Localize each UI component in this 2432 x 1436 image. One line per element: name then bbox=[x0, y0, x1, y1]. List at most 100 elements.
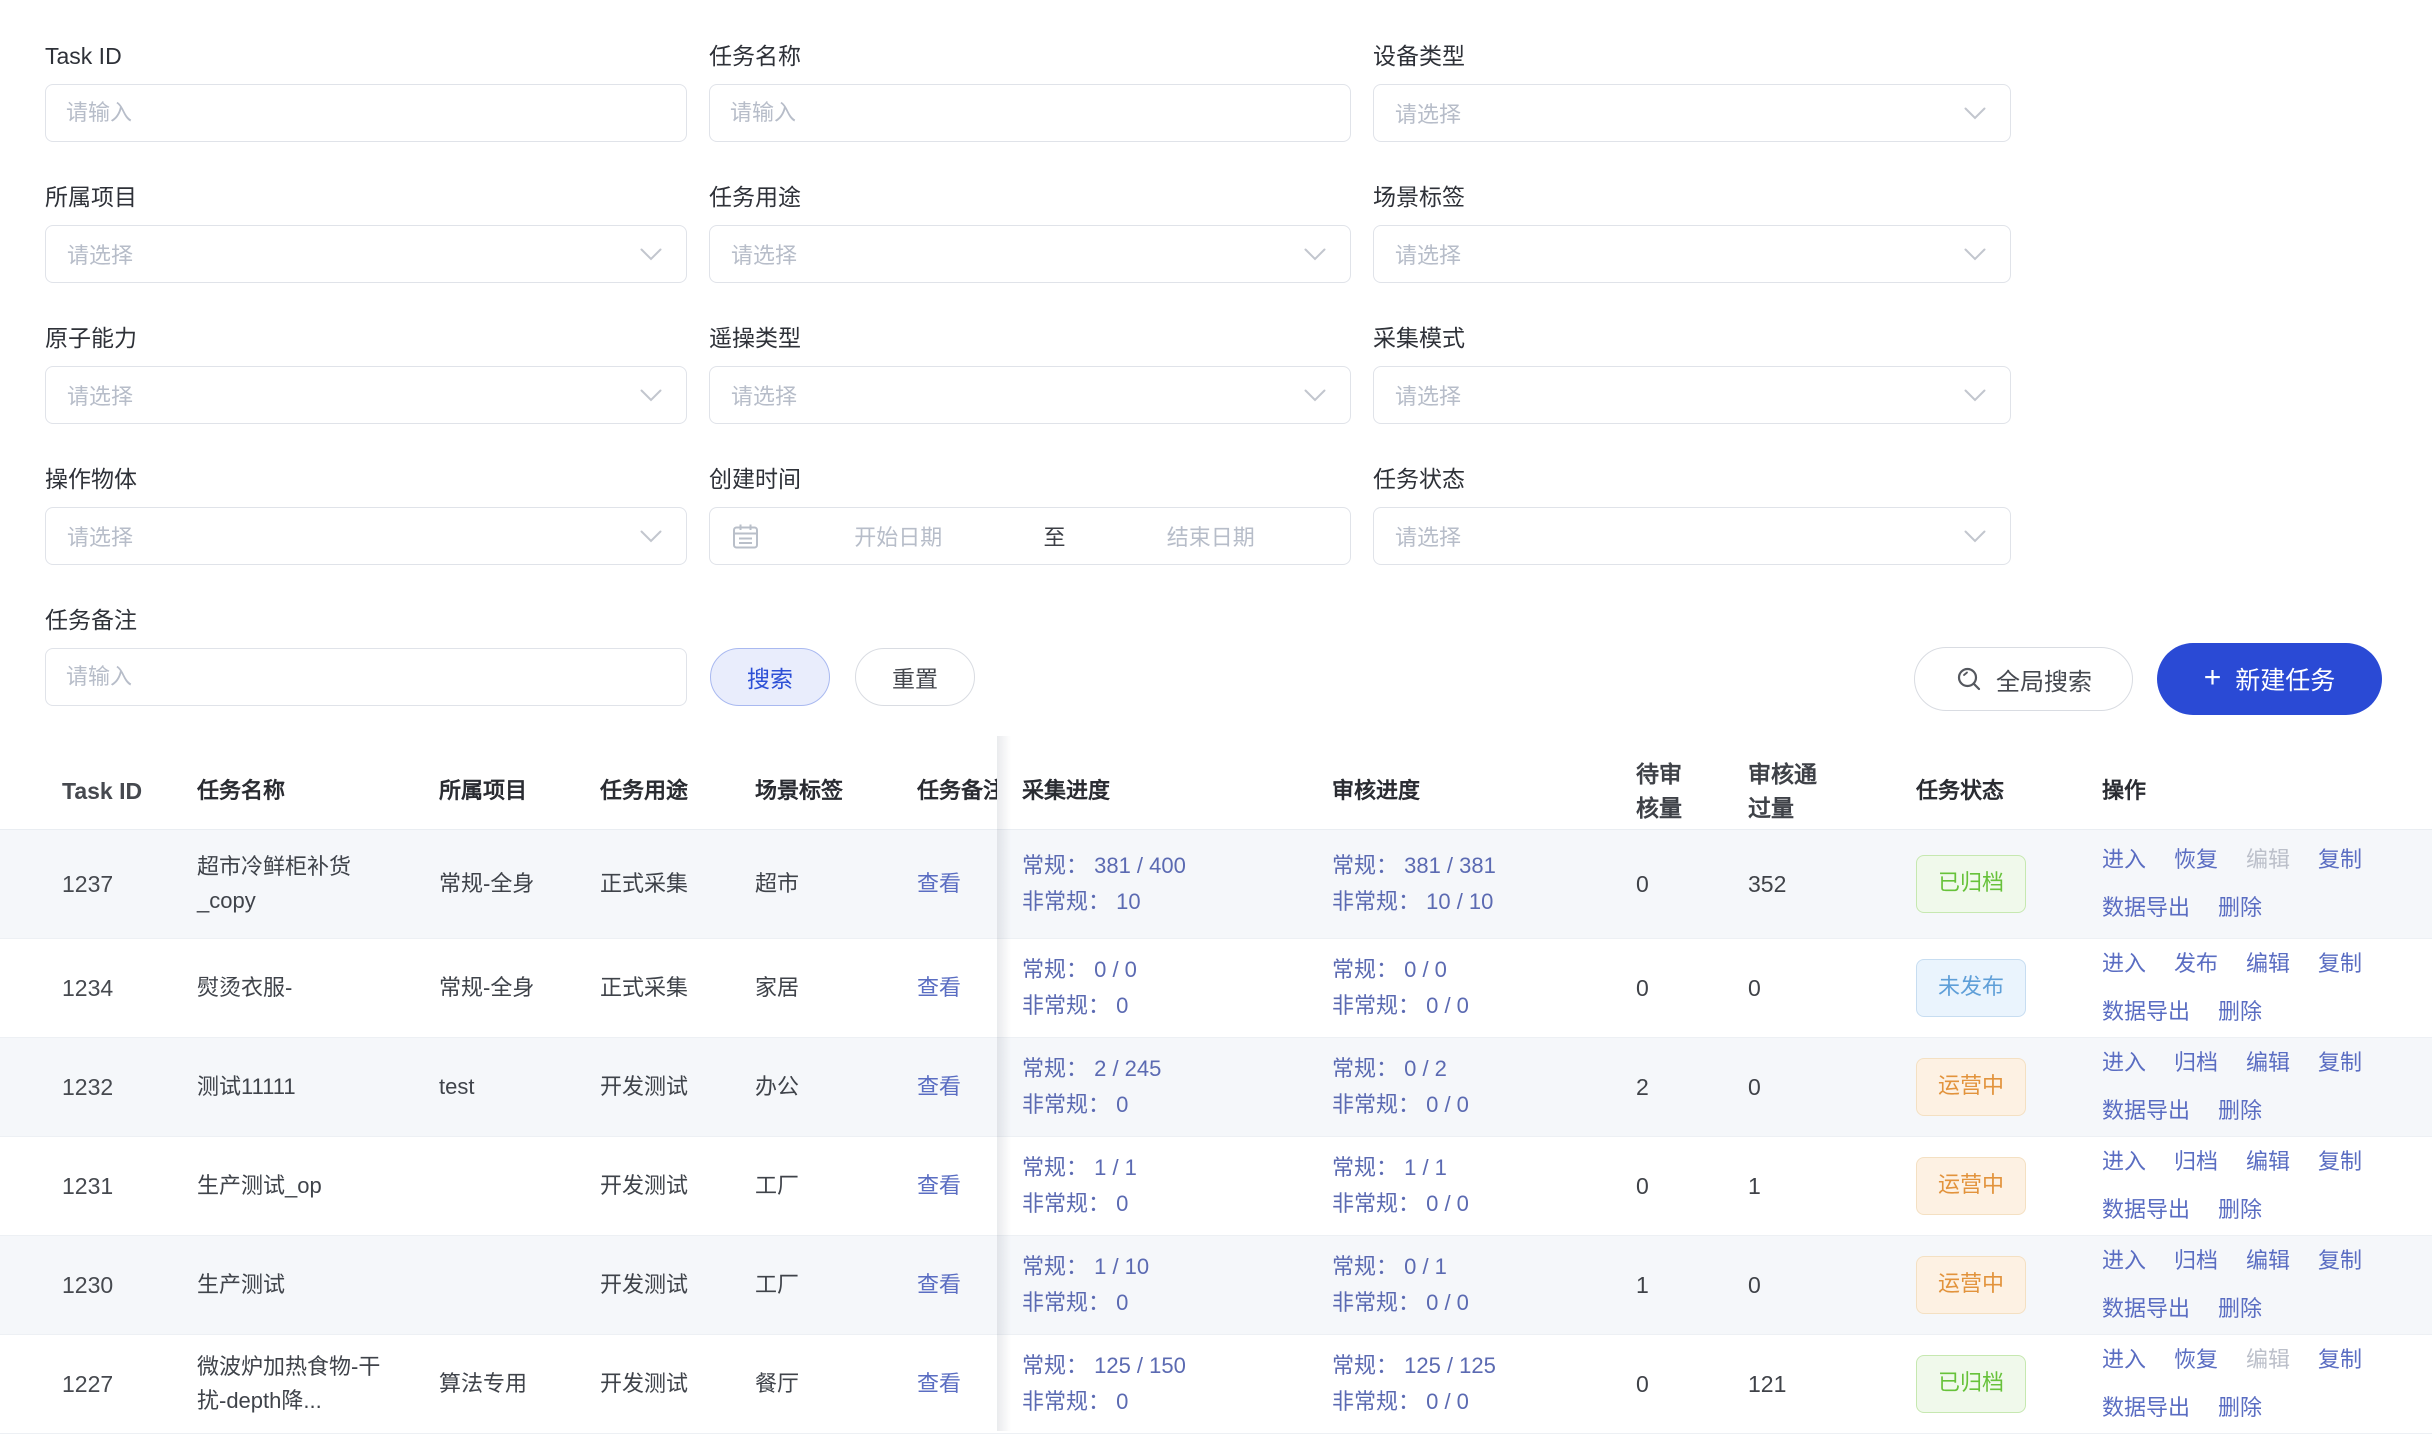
row-actions: 进入恢复编辑复制数据导出删除 bbox=[2102, 843, 2412, 925]
scene-tag-select[interactable]: 请选择 bbox=[1373, 225, 2011, 283]
row-actions: 进入归档编辑复制数据导出删除 bbox=[2102, 1145, 2412, 1227]
device-type-select[interactable]: 请选择 bbox=[1373, 84, 2011, 142]
chevron-down-icon bbox=[1964, 248, 1986, 261]
task-name-input[interactable] bbox=[709, 84, 1351, 142]
cell-approved-count: 352 bbox=[1723, 867, 1880, 901]
table-row: 1234 熨烫衣服- 常规-全身 正式采集 家居 查看 常规： 0 / 0非常规… bbox=[0, 939, 2432, 1038]
create-task-button[interactable]: + 新建任务 bbox=[2157, 643, 2382, 715]
filter-group-task-id: Task ID bbox=[45, 42, 687, 142]
action-copy-link[interactable]: 复制 bbox=[2318, 843, 2362, 877]
action-edit-link[interactable]: 编辑 bbox=[2246, 1244, 2290, 1278]
status-badge: 运营中 bbox=[1916, 1058, 2026, 1116]
action-copy-link[interactable]: 复制 bbox=[2318, 1244, 2362, 1278]
action-delete-link[interactable]: 删除 bbox=[2218, 1292, 2262, 1326]
action-edit-link[interactable]: 编辑 bbox=[2246, 947, 2290, 981]
action-archive-link[interactable]: 归档 bbox=[2174, 1145, 2218, 1179]
cell-scene: 办公 bbox=[755, 1070, 917, 1104]
cell-scene: 家居 bbox=[755, 971, 917, 1005]
action-publish-link[interactable]: 发布 bbox=[2174, 947, 2218, 981]
search-button[interactable]: 搜索 bbox=[710, 648, 830, 706]
cell-task-id: 1237 bbox=[0, 867, 197, 901]
cell-review-progress: 常规： 125 / 125非常规： 0 / 0 bbox=[1310, 1348, 1610, 1420]
view-remark-link[interactable]: 查看 bbox=[917, 1074, 961, 1099]
cell-project: 算法专用 bbox=[439, 1367, 600, 1401]
atomic-ability-select[interactable]: 请选择 bbox=[45, 366, 687, 424]
action-delete-link[interactable]: 删除 bbox=[2218, 891, 2262, 925]
view-remark-link[interactable]: 查看 bbox=[917, 1173, 961, 1198]
action-enter-link[interactable]: 进入 bbox=[2102, 1046, 2146, 1080]
action-edit-link[interactable]: 编辑 bbox=[2246, 1046, 2290, 1080]
filter-label: 采集模式 bbox=[1373, 324, 2011, 352]
view-remark-link[interactable]: 查看 bbox=[917, 975, 961, 1000]
cell-pending-count: 0 bbox=[1610, 971, 1723, 1005]
cell-scene: 餐厅 bbox=[755, 1367, 917, 1401]
task-remark-input[interactable] bbox=[45, 648, 687, 706]
action-delete-link[interactable]: 删除 bbox=[2218, 1094, 2262, 1128]
start-date-placeholder[interactable]: 开始日期 bbox=[759, 520, 1038, 552]
action-delete-link[interactable]: 删除 bbox=[2218, 1391, 2262, 1425]
global-search-button[interactable]: 全局搜索 bbox=[1914, 647, 2133, 711]
col-header-scene: 场景标签 bbox=[755, 774, 917, 808]
project-select[interactable]: 请选择 bbox=[45, 225, 687, 283]
action-enter-link[interactable]: 进入 bbox=[2102, 1145, 2146, 1179]
cell-review-progress: 常规： 1 / 1非常规： 0 / 0 bbox=[1310, 1150, 1610, 1222]
date-range-picker[interactable]: 开始日期 至 结束日期 bbox=[709, 507, 1351, 565]
action-copy-link[interactable]: 复制 bbox=[2318, 1145, 2362, 1179]
global-search-label: 全局搜索 bbox=[1996, 662, 2092, 697]
action-delete-link[interactable]: 删除 bbox=[2218, 1193, 2262, 1227]
view-remark-link[interactable]: 查看 bbox=[917, 871, 961, 896]
action-enter-link[interactable]: 进入 bbox=[2102, 947, 2146, 981]
teleop-type-select[interactable]: 请选择 bbox=[709, 366, 1351, 424]
action-export-link[interactable]: 数据导出 bbox=[2102, 1094, 2190, 1128]
reset-button[interactable]: 重置 bbox=[855, 648, 975, 706]
action-export-link[interactable]: 数据导出 bbox=[2102, 891, 2190, 925]
filter-group-atomic-ability: 原子能力 请选择 bbox=[45, 324, 687, 424]
operate-object-select[interactable]: 请选择 bbox=[45, 507, 687, 565]
action-archive-link[interactable]: 归档 bbox=[2174, 1244, 2218, 1278]
cell-approved-count: 0 bbox=[1723, 971, 1880, 1005]
chevron-down-icon bbox=[640, 389, 662, 402]
action-restore-link[interactable]: 恢复 bbox=[2174, 1343, 2218, 1377]
action-enter-link[interactable]: 进入 bbox=[2102, 1343, 2146, 1377]
filter-label: 任务备注 bbox=[45, 606, 687, 634]
task-purpose-select[interactable]: 请选择 bbox=[709, 225, 1351, 283]
action-enter-link[interactable]: 进入 bbox=[2102, 843, 2146, 877]
row-actions: 进入恢复编辑复制数据导出删除 bbox=[2102, 1343, 2412, 1425]
chevron-down-icon bbox=[1304, 389, 1326, 402]
chevron-down-icon bbox=[1304, 248, 1326, 261]
placeholder-text: 请选择 bbox=[67, 238, 133, 270]
end-date-placeholder[interactable]: 结束日期 bbox=[1072, 520, 1351, 552]
filter-label: Task ID bbox=[45, 42, 687, 70]
action-export-link[interactable]: 数据导出 bbox=[2102, 1193, 2190, 1227]
filter-group-task-remark: 任务备注 bbox=[45, 606, 687, 706]
action-enter-link[interactable]: 进入 bbox=[2102, 1244, 2146, 1278]
cell-purpose: 正式采集 bbox=[600, 971, 755, 1005]
col-header-task-id: Task ID bbox=[0, 774, 197, 808]
action-restore-link[interactable]: 恢复 bbox=[2174, 843, 2218, 877]
chevron-down-icon bbox=[640, 530, 662, 543]
action-edit-link[interactable]: 编辑 bbox=[2246, 1145, 2290, 1179]
task-status-select[interactable]: 请选择 bbox=[1373, 507, 2011, 565]
cell-pending-count: 2 bbox=[1610, 1070, 1723, 1104]
collect-mode-select[interactable]: 请选择 bbox=[1373, 366, 2011, 424]
action-copy-link[interactable]: 复制 bbox=[2318, 947, 2362, 981]
action-archive-link[interactable]: 归档 bbox=[2174, 1046, 2218, 1080]
action-delete-link[interactable]: 删除 bbox=[2218, 995, 2262, 1029]
placeholder-text: 请选择 bbox=[1395, 520, 1461, 552]
cell-task-id: 1230 bbox=[0, 1268, 197, 1302]
task-id-input[interactable] bbox=[45, 84, 687, 142]
status-badge: 运营中 bbox=[1916, 1157, 2026, 1215]
table-row: 1231 生产测试_op 开发测试 工厂 查看 常规： 1 / 1非常规： 0 … bbox=[0, 1137, 2432, 1236]
view-remark-link[interactable]: 查看 bbox=[917, 1272, 961, 1297]
placeholder-text: 请选择 bbox=[1395, 238, 1461, 270]
action-export-link[interactable]: 数据导出 bbox=[2102, 1391, 2190, 1425]
action-copy-link[interactable]: 复制 bbox=[2318, 1343, 2362, 1377]
filter-label: 场景标签 bbox=[1373, 183, 2011, 211]
view-remark-link[interactable]: 查看 bbox=[917, 1371, 961, 1396]
calendar-icon bbox=[732, 523, 759, 550]
action-export-link[interactable]: 数据导出 bbox=[2102, 1292, 2190, 1326]
cell-pending-count: 0 bbox=[1610, 867, 1723, 901]
cell-project: 常规-全身 bbox=[439, 971, 600, 1005]
action-export-link[interactable]: 数据导出 bbox=[2102, 995, 2190, 1029]
action-copy-link[interactable]: 复制 bbox=[2318, 1046, 2362, 1080]
